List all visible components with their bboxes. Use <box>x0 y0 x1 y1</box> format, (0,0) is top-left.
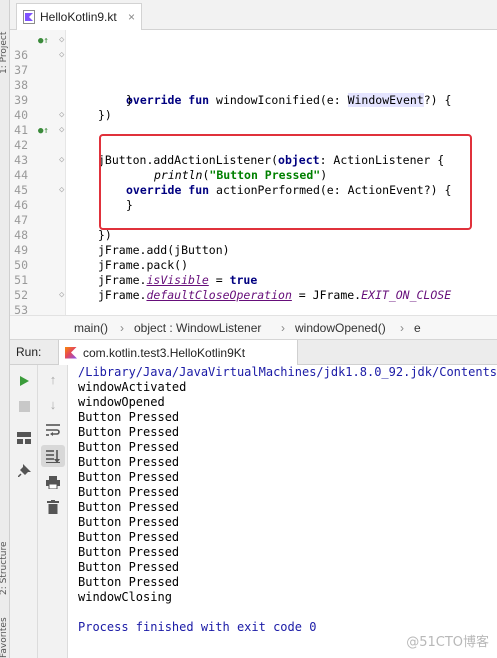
breadcrumb-separator: › <box>281 321 285 335</box>
code-line: 53 ◇ } <box>10 288 497 347</box>
code-line: 52 <box>10 273 497 302</box>
console-line: Button Pressed <box>78 485 180 499</box>
trash-icon[interactable] <box>43 497 63 517</box>
close-icon[interactable]: × <box>128 10 135 24</box>
code-line: 41 ◇ jButton.addActionListener(object: A… <box>10 108 497 167</box>
fold-marker-icon[interactable]: ◇ <box>59 48 64 63</box>
console-line: Button Pressed <box>78 575 180 589</box>
code-line: 36 ●↑ ◇ override fun windowIconified(e: … <box>10 33 497 107</box>
run-toolbar-primary <box>10 365 38 658</box>
editor-tab-hellokotlin9[interactable]: HelloKotlin9.kt × <box>16 3 142 30</box>
console-line: Button Pressed <box>78 455 180 469</box>
console-line: Button Pressed <box>78 410 180 424</box>
code-line: 50 jFrame.isVisible = true <box>10 243 497 287</box>
kotlin-file-icon <box>23 10 35 24</box>
run-title: Run: <box>16 345 42 359</box>
console-line: /Library/Java/JavaVirtualMachines/jdk1.8… <box>78 365 497 379</box>
arrow-down-icon[interactable]: ↓ <box>43 394 63 414</box>
override-gutter-icon[interactable]: ●↑ <box>38 34 49 49</box>
scroll-to-end-icon[interactable] <box>41 445 65 467</box>
process-finished-message: Process finished with exit code 0 <box>78 620 317 634</box>
console-line: Button Pressed <box>78 515 180 529</box>
override-gutter-icon[interactable]: ●↑ <box>38 124 49 139</box>
rerun-icon[interactable] <box>14 371 34 391</box>
breadcrumb-separator: › <box>400 321 404 335</box>
code-line: 37 ◇ } <box>10 48 497 107</box>
code-line: 49 jFrame.pack() <box>10 228 497 272</box>
code-line: 40 <box>10 93 497 122</box>
run-console-output[interactable]: /Library/Java/JavaVirtualMachines/jdk1.8… <box>68 365 497 658</box>
fold-marker-icon[interactable]: ◇ <box>59 33 64 48</box>
tab-filename: HelloKotlin9.kt <box>40 10 117 24</box>
code-editor[interactable]: 36 ●↑ ◇ override fun windowIconified(e: … <box>10 30 497 347</box>
left-tool-strip: 1: Project 2: Structure Favorites <box>0 0 10 658</box>
fold-marker-icon[interactable]: ◇ <box>59 123 64 138</box>
breadcrumb-item[interactable]: windowOpened() <box>295 321 386 335</box>
console-line: Button Pressed <box>78 530 180 544</box>
highlight-annotation-box <box>99 134 472 230</box>
console-line: Button Pressed <box>78 545 180 559</box>
code-line: 39 }) <box>10 78 497 122</box>
print-icon[interactable] <box>43 472 63 492</box>
breadcrumb-item[interactable]: main() <box>74 321 108 335</box>
arrow-up-icon[interactable]: ↑ <box>43 369 63 389</box>
fold-marker-icon[interactable]: ◇ <box>59 183 64 198</box>
kotlin-icon <box>65 346 77 359</box>
console-line: Button Pressed <box>78 440 180 454</box>
run-configuration-tab[interactable]: com.kotlin.test3.HelloKotlin9Kt <box>58 340 298 365</box>
fold-marker-icon[interactable]: ◇ <box>59 108 64 123</box>
watermark: @51CTO博客 <box>406 635 489 650</box>
pin-icon[interactable] <box>14 460 34 480</box>
editor-tab-bar: HelloKotlin9.kt × <box>10 0 497 30</box>
console-line: windowActivated <box>78 380 187 394</box>
breadcrumb-item[interactable]: object : WindowListener <box>134 321 261 335</box>
fold-marker-icon[interactable]: ◇ <box>59 288 64 303</box>
code-line: 38 <box>10 63 497 92</box>
stop-icon[interactable] <box>14 396 34 416</box>
console-line: windowClosing <box>78 590 172 604</box>
code-line: 51 jFrame.defaultCloseOperation = JFrame… <box>10 258 497 302</box>
console-line: Button Pressed <box>78 425 180 439</box>
console-line: Button Pressed <box>78 560 180 574</box>
fold-marker-icon[interactable]: ◇ <box>59 153 64 168</box>
run-tool-window-header: Run: com.kotlin.test3.HelloKotlin9Kt <box>10 340 497 365</box>
run-toolbar-secondary: ↑ ↓ <box>38 365 68 658</box>
console-line: Button Pressed <box>78 470 180 484</box>
console-line: Button Pressed <box>78 500 180 514</box>
soft-wrap-icon[interactable] <box>43 420 63 440</box>
breadcrumb: main() › object : WindowListener › windo… <box>10 315 497 340</box>
run-tab-label: com.kotlin.test3.HelloKotlin9Kt <box>83 345 246 360</box>
console-line: windowOpened <box>78 395 165 409</box>
layout-icon[interactable] <box>14 428 34 448</box>
breadcrumb-separator: › <box>120 321 124 335</box>
breadcrumb-item[interactable]: e <box>414 321 421 335</box>
